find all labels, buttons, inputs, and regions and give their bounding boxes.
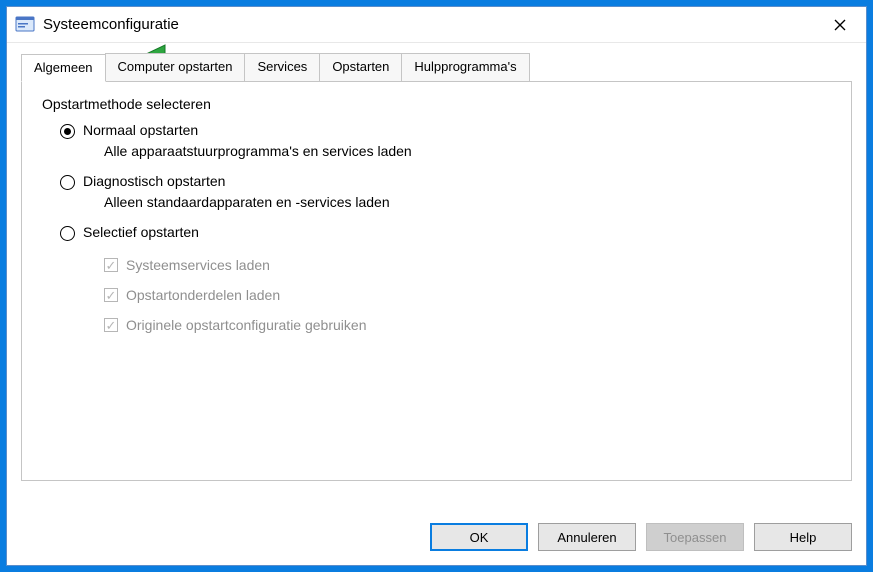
group-legend: Opstartmethode selecteren — [42, 96, 831, 112]
apply-button: Toepassen — [646, 523, 744, 551]
check-opstartonderdelen-laden: ✓ Opstartonderdelen laden — [104, 287, 831, 303]
check-systeemservices-laden: ✓ Systeemservices laden — [104, 257, 831, 273]
tab-hulpprogrammas[interactable]: Hulpprogramma's — [401, 53, 529, 81]
ok-button[interactable]: OK — [430, 523, 528, 551]
app-icon — [15, 15, 35, 35]
radio-label: Selectief opstarten — [83, 224, 199, 240]
close-icon — [834, 19, 846, 31]
checkbox-icon: ✓ — [104, 288, 118, 302]
radio-label: Diagnostisch opstarten — [83, 173, 225, 189]
checkbox-icon: ✓ — [104, 258, 118, 272]
msconfig-window: Systeemconfiguratie Algemeen Computer op… — [6, 6, 867, 566]
radio-selectief-opstarten[interactable]: Selectief opstarten — [60, 224, 831, 241]
radio-diagnostisch-opstarten[interactable]: Diagnostisch opstarten — [60, 173, 831, 190]
cancel-button[interactable]: Annuleren — [538, 523, 636, 551]
tab-computer-opstarten[interactable]: Computer opstarten — [105, 53, 246, 81]
checkbox-label: Systeemservices laden — [126, 257, 270, 273]
check-originele-opstartconfig: ✓ Originele opstartconfiguratie gebruike… — [104, 317, 831, 333]
radio-desc-normaal: Alle apparaatstuurprogramma's en service… — [104, 143, 831, 159]
radio-label: Normaal opstarten — [83, 122, 198, 138]
tab-services[interactable]: Services — [244, 53, 320, 81]
tab-opstarten[interactable]: Opstarten — [319, 53, 402, 81]
titlebar: Systeemconfiguratie — [7, 7, 866, 43]
radio-normaal-opstarten[interactable]: Normaal opstarten — [60, 122, 831, 139]
client-area: Algemeen Computer opstarten Services Ops… — [7, 43, 866, 511]
checkbox-icon: ✓ — [104, 318, 118, 332]
window-title: Systeemconfiguratie — [43, 16, 818, 33]
radio-icon — [60, 226, 75, 241]
radio-icon — [60, 175, 75, 190]
radio-icon — [60, 124, 75, 139]
checkbox-label: Originele opstartconfiguratie gebruiken — [126, 317, 366, 333]
help-button[interactable]: Help — [754, 523, 852, 551]
tab-algemeen[interactable]: Algemeen — [21, 54, 106, 82]
tab-strip: Algemeen Computer opstarten Services Ops… — [21, 53, 852, 81]
button-bar: OK Annuleren Toepassen Help — [7, 511, 866, 565]
radio-desc-diagnostisch: Alleen standaardapparaten en -services l… — [104, 194, 831, 210]
close-button[interactable] — [818, 9, 862, 41]
checkbox-label: Opstartonderdelen laden — [126, 287, 280, 303]
tab-panel-algemeen: Opstartmethode selecteren Normaal opstar… — [21, 81, 852, 481]
